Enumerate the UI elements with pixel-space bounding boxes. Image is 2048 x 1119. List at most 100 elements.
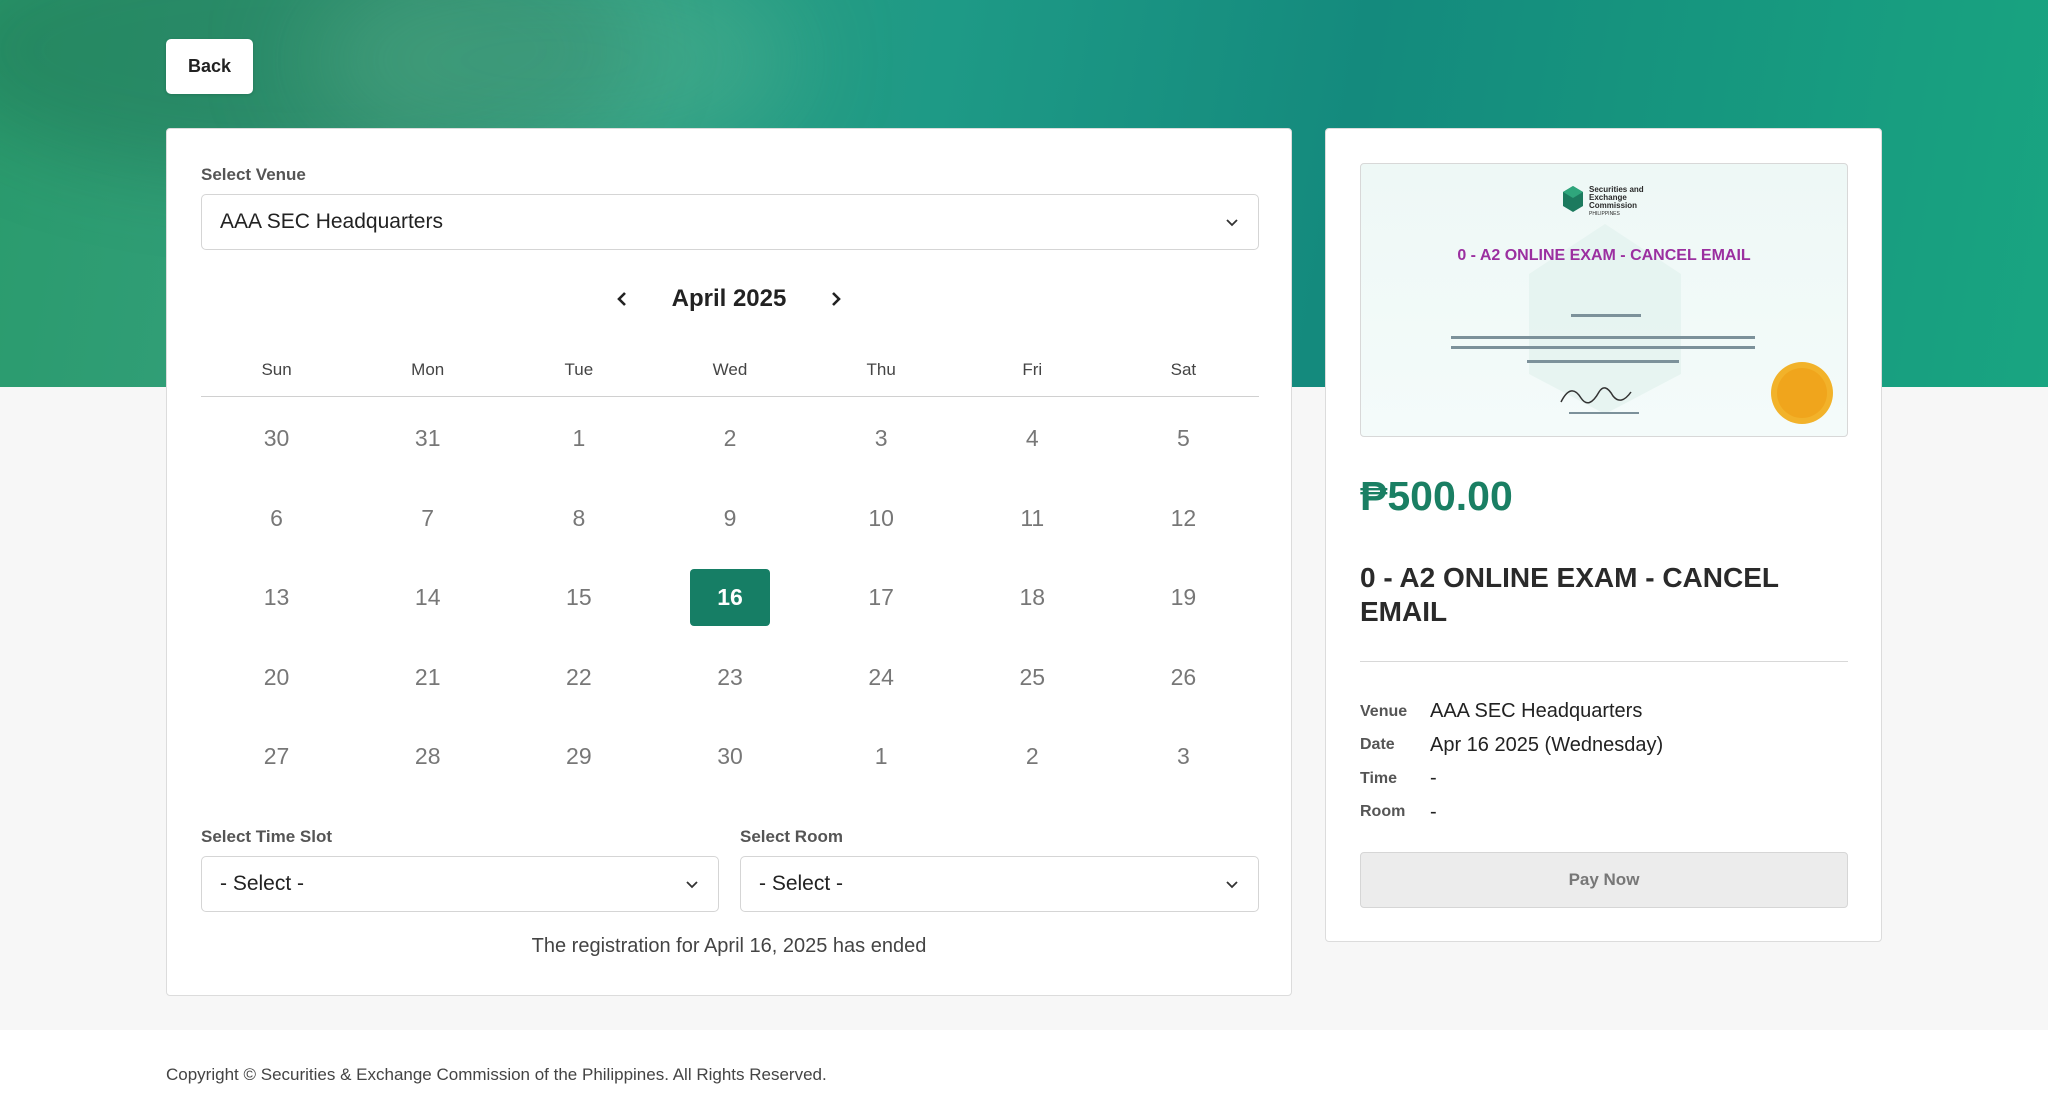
day-number[interactable]: 30 xyxy=(237,410,317,467)
prev-month-button[interactable] xyxy=(610,287,634,311)
day-number[interactable]: 7 xyxy=(388,490,468,547)
calendar-day: 28 xyxy=(352,717,503,797)
chevron-down-icon xyxy=(1226,881,1238,889)
weekday-thu: Thu xyxy=(866,360,896,379)
day-number[interactable]: 14 xyxy=(388,569,468,626)
detail-value: - xyxy=(1430,767,1437,790)
chevron-down-icon xyxy=(686,881,698,889)
booking-details: Venue AAA SEC Headquarters Date Apr 16 2… xyxy=(1360,695,1663,829)
calendar-day: 8 xyxy=(503,479,654,559)
day-number[interactable]: 12 xyxy=(1143,490,1223,547)
detail-key: Time xyxy=(1360,769,1398,787)
calendar-day: 14 xyxy=(352,558,503,638)
time-slot-value: - Select - xyxy=(220,872,305,895)
room-select-value: - Select - xyxy=(759,872,844,895)
calendar-day: 12 xyxy=(1108,479,1259,559)
registration-notice: The registration for April 16, 2025 has … xyxy=(531,935,927,957)
calendar-day: 23 xyxy=(654,638,805,718)
detail-row-time: Time - xyxy=(1360,762,1663,796)
weekday-sat: Sat xyxy=(1170,360,1197,379)
chevron-left-icon xyxy=(616,292,626,306)
calendar-day: 21 xyxy=(352,638,503,718)
day-number[interactable]: 10 xyxy=(841,490,921,547)
calendar-day: 10 xyxy=(806,479,957,559)
day-number[interactable]: 2 xyxy=(690,410,770,467)
day-number[interactable]: 8 xyxy=(539,490,619,547)
detail-row-venue: Venue AAA SEC Headquarters xyxy=(1360,695,1663,729)
detail-key: Date xyxy=(1360,736,1395,754)
calendar-grid: 30 31 1 2 3 4 5 6 7 8 9 10 11 12 13 14 15 16 17 18 19 20 21 22 2… xyxy=(201,399,1259,797)
detail-row-date: Date Apr 16 2025 (Wednesday) xyxy=(1360,729,1663,763)
day-number[interactable]: 3 xyxy=(1143,728,1223,785)
weekday-sun: Sun xyxy=(261,360,292,379)
day-number[interactable]: 31 xyxy=(388,410,468,467)
calendar-day: 3 xyxy=(1108,717,1259,797)
calendar-day: 27 xyxy=(201,717,352,797)
detail-row-room: Room - xyxy=(1360,796,1663,830)
day-number[interactable]: 24 xyxy=(841,649,921,706)
calendar-day: 26 xyxy=(1108,638,1259,718)
next-month-button[interactable] xyxy=(824,287,848,311)
booking-card: Select Venue AAA SEC Headquarters April … xyxy=(166,128,1292,996)
calendar-day: 17 xyxy=(806,558,957,638)
calendar-day: 30 xyxy=(654,717,805,797)
calendar-day: 2 xyxy=(654,399,805,479)
calendar-day: 6 xyxy=(201,479,352,559)
day-number[interactable]: 15 xyxy=(539,569,619,626)
day-number[interactable]: 1 xyxy=(539,410,619,467)
weekday-mon: Mon xyxy=(411,360,445,379)
calendar-day: 22 xyxy=(503,638,654,718)
day-number[interactable]: 26 xyxy=(1143,649,1223,706)
detail-value: AAA SEC Headquarters xyxy=(1430,700,1643,723)
day-number[interactable]: 29 xyxy=(539,728,619,785)
calendar-day: 29 xyxy=(503,717,654,797)
calendar-day: 4 xyxy=(957,399,1108,479)
detail-value: Apr 16 2025 (Wednesday) xyxy=(1430,733,1664,756)
calendar-day: 11 xyxy=(957,479,1108,559)
day-number[interactable]: 27 xyxy=(237,728,317,785)
calendar-day: 20 xyxy=(201,638,352,718)
day-number[interactable]: 2 xyxy=(992,728,1072,785)
venue-label: Select Venue xyxy=(201,165,306,184)
detail-key: Room xyxy=(1360,803,1406,821)
day-number[interactable]: 18 xyxy=(992,569,1072,626)
room-select[interactable]: - Select - xyxy=(740,856,1259,912)
venue-select[interactable]: AAA SEC Headquarters xyxy=(201,194,1259,250)
day-number[interactable]: 11 xyxy=(992,490,1072,547)
day-number[interactable]: 23 xyxy=(690,649,770,706)
day-number[interactable]: 9 xyxy=(690,490,770,547)
day-number[interactable]: 16 xyxy=(689,569,770,627)
day-number[interactable]: 1 xyxy=(841,728,921,785)
room-label: Select Room xyxy=(740,827,843,846)
back-button[interactable]: Back xyxy=(166,39,253,94)
certificate-image: Securities and Exchange Commission PHILI… xyxy=(1360,163,1848,437)
day-number[interactable]: 4 xyxy=(992,410,1072,467)
month-title: April 2025 xyxy=(671,285,787,312)
calendar-day-selected: 16 xyxy=(654,558,805,638)
pay-now-button[interactable]: Pay Now xyxy=(1360,852,1848,908)
chevron-down-icon xyxy=(1226,219,1238,227)
day-number[interactable]: 21 xyxy=(388,649,468,706)
day-number[interactable]: 17 xyxy=(841,569,921,626)
day-number[interactable]: 22 xyxy=(539,649,619,706)
time-slot-select[interactable]: - Select - xyxy=(201,856,719,912)
day-number[interactable]: 13 xyxy=(237,569,317,626)
day-number[interactable]: 20 xyxy=(237,649,317,706)
detail-value: - xyxy=(1430,800,1437,823)
chevron-right-icon xyxy=(832,292,842,306)
calendar-day: 19 xyxy=(1108,558,1259,638)
day-number[interactable]: 25 xyxy=(992,649,1072,706)
day-number[interactable]: 30 xyxy=(690,728,770,785)
day-number[interactable]: 6 xyxy=(237,490,317,547)
calendar-day: 18 xyxy=(957,558,1108,638)
calendar-day: 24 xyxy=(806,638,957,718)
weekday-header: Sun Mon Tue Wed Thu Fri Sat xyxy=(201,355,1259,397)
price: ₱500.00 xyxy=(1360,473,1513,519)
calendar-day: 7 xyxy=(352,479,503,559)
weekday-fri: Fri xyxy=(1022,360,1043,379)
day-number[interactable]: 28 xyxy=(388,728,468,785)
day-number[interactable]: 19 xyxy=(1143,569,1223,626)
day-number[interactable]: 3 xyxy=(841,410,921,467)
day-number[interactable]: 5 xyxy=(1143,410,1223,467)
calendar-day: 15 xyxy=(503,558,654,638)
